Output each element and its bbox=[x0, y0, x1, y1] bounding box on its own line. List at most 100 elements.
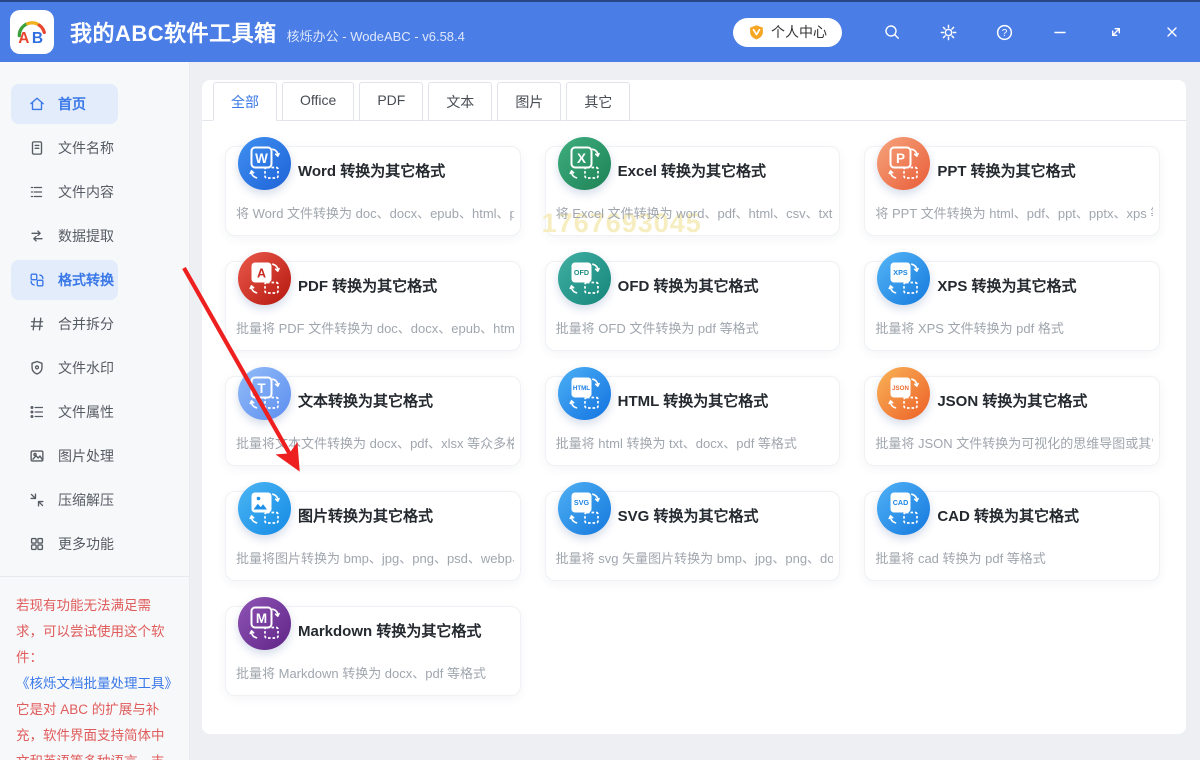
html-convert-icon: HTML bbox=[558, 367, 611, 420]
sidebar-notice: 若现有功能无法满足需求，可以尝试使用这个软件： 《核烁文档批量处理工具》 它是对… bbox=[0, 581, 189, 760]
watermark-icon bbox=[28, 359, 46, 377]
card-pdf-convert[interactable]: APDF 转换为其它格式批量将 PDF 文件转换为 doc、docx、epub、… bbox=[225, 261, 521, 351]
sidebar-item-label: 合并拆分 bbox=[58, 314, 114, 334]
sidebar-item-label: 文件名称 bbox=[58, 138, 114, 158]
settings-gear-icon[interactable] bbox=[920, 1, 976, 63]
card-description: 批量将 PDF 文件转换为 doc、docx、epub、html、图片等 bbox=[236, 318, 514, 337]
markdown-convert-icon: M bbox=[238, 597, 291, 650]
user-center-button[interactable]: 个人中心 bbox=[733, 18, 842, 47]
content-icon bbox=[28, 183, 46, 201]
svg-text:CAD: CAD bbox=[893, 498, 909, 507]
card-markdown-convert[interactable]: M Markdown 转换为其它格式批量将 Markdown 转换为 docx、p… bbox=[225, 606, 521, 696]
notice-link[interactable]: 《核烁文档批量处理工具》 bbox=[16, 671, 175, 697]
card-title: 文本转换为其它格式 bbox=[298, 390, 433, 411]
notice-line1: 若现有功能无法满足需求，可以尝试使用这个软件： bbox=[16, 598, 165, 665]
card-description: 批量将 Markdown 转换为 docx、pdf 等格式 bbox=[236, 663, 514, 682]
card-description: 批量将 OFD 文件转换为 pdf 等格式 bbox=[556, 318, 834, 337]
card-ofd-convert[interactable]: OFD OFD 转换为其它格式批量将 OFD 文件转换为 pdf 等格式 bbox=[545, 261, 841, 351]
svg-text:XPS: XPS bbox=[894, 268, 909, 277]
extract-icon bbox=[28, 227, 46, 245]
sidebar: 首页文件名称文件内容数据提取格式转换合并拆分文件水印文件属性图片处理压缩解压更多… bbox=[0, 62, 190, 760]
svg-text:M: M bbox=[256, 611, 267, 626]
svg-text:B: B bbox=[32, 30, 43, 47]
card-description: 将 Excel 文件转换为 word、pdf、html、csv、txt、sql … bbox=[556, 203, 834, 222]
sidebar-item-more[interactable]: 更多功能 bbox=[11, 524, 118, 564]
sidebar-item-watermark[interactable]: 文件水印 bbox=[11, 348, 118, 388]
sidebar-item-extract[interactable]: 数据提取 bbox=[11, 216, 118, 256]
card-description: 批量将 svg 矢量图片转换为 bmp、jpg、png、docx 等 bbox=[556, 548, 834, 567]
sidebar-item-label: 更多功能 bbox=[58, 534, 114, 554]
minimize-button[interactable] bbox=[1032, 1, 1088, 63]
svg-text:A: A bbox=[18, 30, 29, 47]
card-svg-convert[interactable]: SVGSVG 转换为其它格式批量将 svg 矢量图片转换为 bmp、jpg、pn… bbox=[545, 491, 841, 581]
sidebar-item-label: 文件属性 bbox=[58, 402, 114, 422]
sidebar-item-label: 文件水印 bbox=[58, 358, 114, 378]
sidebar-item-merge[interactable]: 合并拆分 bbox=[11, 304, 118, 344]
card-html-convert[interactable]: HTMLHTML 转换为其它格式批量将 html 转换为 txt、docx、pd… bbox=[545, 376, 841, 466]
text-convert-icon: T bbox=[238, 367, 291, 420]
sidebar-divider bbox=[0, 576, 189, 577]
card-title: PPT 转换为其它格式 bbox=[937, 160, 1075, 181]
close-button[interactable] bbox=[1144, 1, 1200, 63]
svg-text:JSON: JSON bbox=[892, 385, 909, 392]
tab-文本[interactable]: 文本 bbox=[428, 82, 492, 121]
card-ppt-convert[interactable]: P PPT 转换为其它格式将 PPT 文件转换为 html、pdf、ppt、ppt… bbox=[864, 146, 1160, 236]
card-title: 图片转换为其它格式 bbox=[298, 505, 433, 526]
card-word-convert[interactable]: WWord 转换为其它格式将 Word 文件转换为 doc、docx、epub、… bbox=[225, 146, 521, 236]
card-title: OFD 转换为其它格式 bbox=[618, 275, 759, 296]
sidebar-item-label: 文件内容 bbox=[58, 182, 114, 202]
card-title: XPS 转换为其它格式 bbox=[937, 275, 1076, 296]
sidebar-item-home[interactable]: 首页 bbox=[11, 84, 118, 124]
svg-text:HTML: HTML bbox=[573, 385, 590, 392]
card-description: 批量将 XPS 文件转换为 pdf 格式 bbox=[875, 318, 1153, 337]
sidebar-item-compress[interactable]: 压缩解压 bbox=[11, 480, 118, 520]
sidebar-item-convert[interactable]: 格式转换 bbox=[11, 260, 118, 300]
svg-text:?: ? bbox=[1001, 28, 1007, 39]
search-icon[interactable] bbox=[864, 1, 920, 63]
compress-icon bbox=[28, 491, 46, 509]
sidebar-item-filename[interactable]: 文件名称 bbox=[11, 128, 118, 168]
tool-card-grid: WWord 转换为其它格式将 Word 文件转换为 doc、docx、epub、… bbox=[225, 146, 1160, 696]
card-description: 批量将 cad 转换为 pdf 等格式 bbox=[875, 548, 1153, 567]
app-logo-icon: A B bbox=[10, 10, 54, 54]
home-icon bbox=[28, 95, 46, 113]
tab-全部[interactable]: 全部 bbox=[213, 82, 277, 121]
tab-图片[interactable]: 图片 bbox=[497, 82, 561, 121]
sidebar-item-label: 图片处理 bbox=[58, 446, 114, 466]
tab-PDF[interactable]: PDF bbox=[359, 82, 423, 121]
card-cad-convert[interactable]: CADCAD 转换为其它格式批量将 cad 转换为 pdf 等格式 bbox=[864, 491, 1160, 581]
convert-icon bbox=[28, 271, 46, 289]
svg-convert-icon: SVG bbox=[558, 482, 611, 535]
excel-convert-icon: X bbox=[558, 137, 611, 190]
word-convert-icon: W bbox=[238, 137, 291, 190]
titlebar: A B 我的ABC软件工具箱 核烁办公 - WodeABC - v6.58.4 … bbox=[0, 0, 1200, 62]
card-description: 将 PPT 文件转换为 html、pdf、ppt、pptx、xps 等格式 bbox=[875, 203, 1153, 222]
help-icon[interactable]: ? bbox=[976, 1, 1032, 63]
card-text-convert[interactable]: T文本转换为其它格式批量将文本文件转换为 docx、pdf、xlsx 等众多格式 bbox=[225, 376, 521, 466]
card-title: Markdown 转换为其它格式 bbox=[298, 620, 481, 641]
card-json-convert[interactable]: JSONJSON 转换为其它格式批量将 JSON 文件转换为可视化的思维导图或其… bbox=[864, 376, 1160, 466]
sidebar-item-content[interactable]: 文件内容 bbox=[11, 172, 118, 212]
sidebar-item-label: 压缩解压 bbox=[58, 490, 114, 510]
ppt-convert-icon: P bbox=[877, 137, 930, 190]
card-title: HTML 转换为其它格式 bbox=[618, 390, 769, 411]
sidebar-item-label: 首页 bbox=[58, 94, 86, 114]
svg-text:P: P bbox=[896, 151, 905, 166]
card-title: JSON 转换为其它格式 bbox=[937, 390, 1087, 411]
merge-icon bbox=[28, 315, 46, 333]
card-title: SVG 转换为其它格式 bbox=[618, 505, 759, 526]
tab-Office[interactable]: Office bbox=[282, 82, 354, 121]
tab-其它[interactable]: 其它 bbox=[566, 82, 630, 121]
card-excel-convert[interactable]: XExcel 转换为其它格式将 Excel 文件转换为 word、pdf、htm… bbox=[545, 146, 841, 236]
card-image-convert[interactable]: 图片转换为其它格式批量将图片转换为 bmp、jpg、png、psd、webp、g… bbox=[225, 491, 521, 581]
svg-text:T: T bbox=[257, 381, 266, 396]
card-xps-convert[interactable]: XPS XPS 转换为其它格式批量将 XPS 文件转换为 pdf 格式 bbox=[864, 261, 1160, 351]
card-description: 将 Word 文件转换为 doc、docx、epub、html、pdf 等格式 bbox=[236, 203, 514, 222]
maximize-button[interactable] bbox=[1088, 1, 1144, 63]
svg-text:OFD: OFD bbox=[574, 268, 589, 277]
sidebar-item-props[interactable]: 文件属性 bbox=[11, 392, 118, 432]
app-title: 我的ABC软件工具箱 bbox=[70, 16, 277, 48]
ofd-convert-icon: OFD bbox=[558, 252, 611, 305]
category-tabs: 全部OfficePDF文本图片其它 bbox=[202, 80, 1186, 121]
sidebar-item-imageproc[interactable]: 图片处理 bbox=[11, 436, 118, 476]
